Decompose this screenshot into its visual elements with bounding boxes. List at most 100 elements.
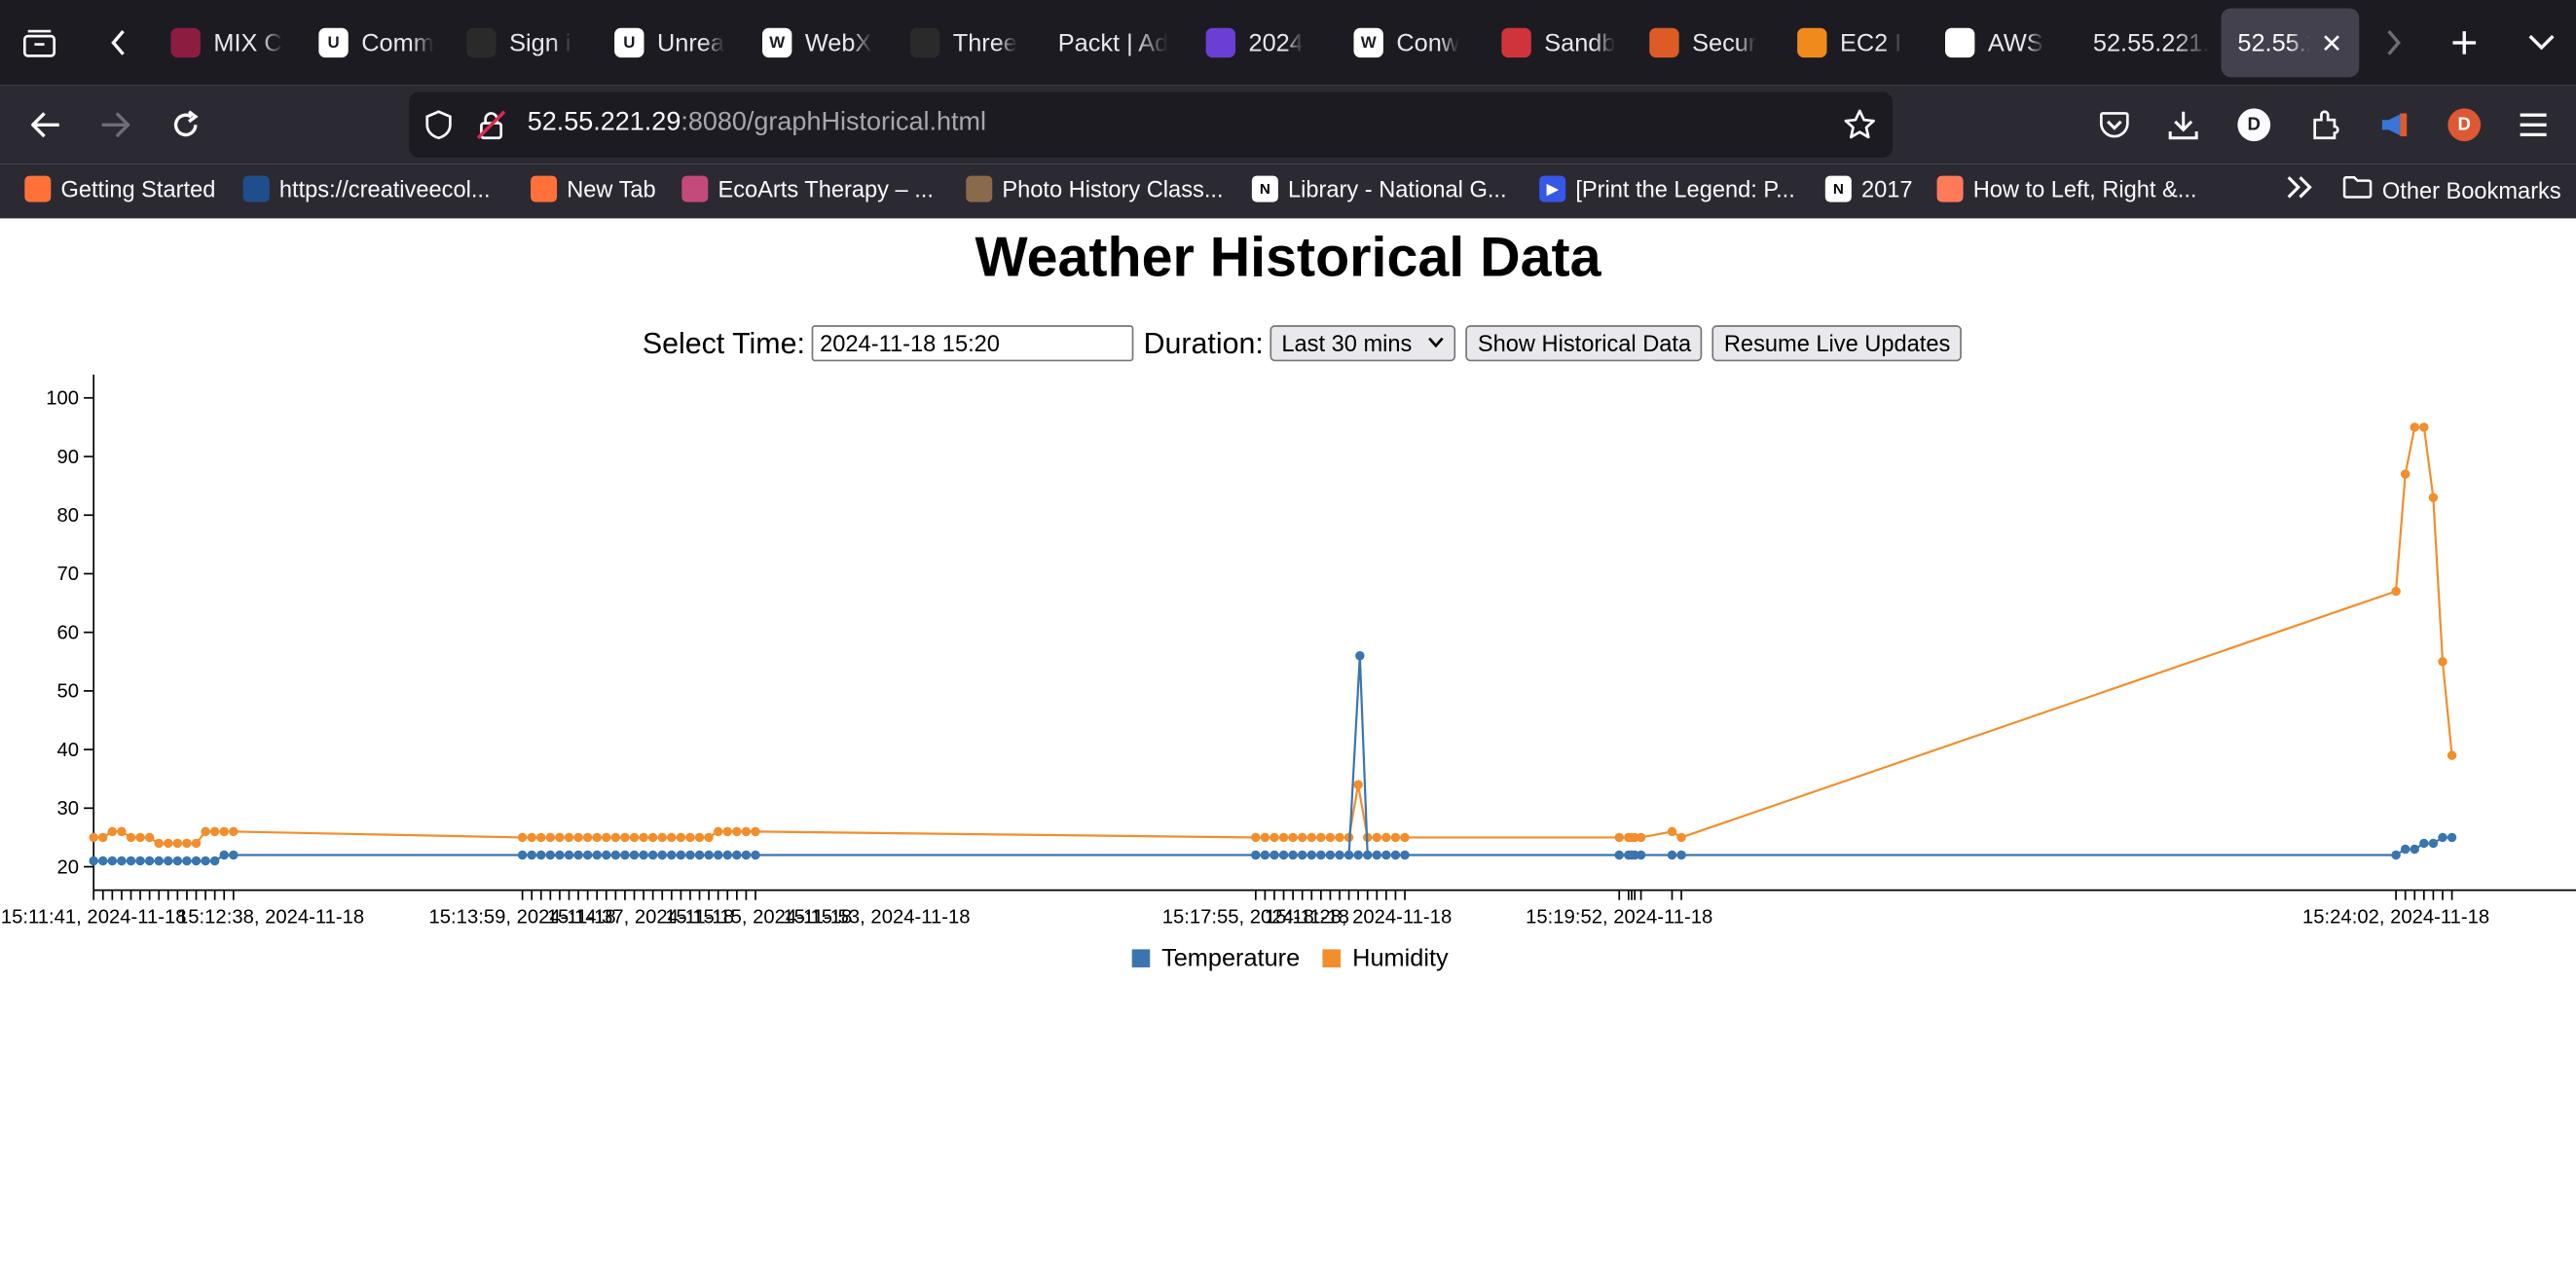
- data-point-humidity: [647, 832, 658, 843]
- data-point-humidity: [517, 832, 528, 843]
- tab-13[interactable]: AWS: [1932, 8, 2078, 77]
- bookmark-item-6[interactable]: N Library - National G...: [1251, 175, 1507, 202]
- data-point-temperature: [573, 850, 583, 860]
- insecure-lock-icon[interactable]: [473, 107, 509, 143]
- bookmark-item-2[interactable]: https://creativeecol...: [242, 175, 491, 202]
- back-icon[interactable]: [21, 100, 71, 150]
- tab-9[interactable]: W Conw: [1341, 8, 1486, 77]
- data-point-temperature: [1316, 850, 1326, 860]
- data-point-temperature: [144, 856, 155, 866]
- data-point-humidity: [2419, 422, 2429, 432]
- tab-6[interactable]: Three: [897, 8, 1042, 77]
- scroll-tabs-left-icon[interactable]: [93, 18, 143, 68]
- bookmark-item-9[interactable]: How to Left, Right &...: [1936, 175, 2196, 202]
- tab-3[interactable]: Sign i: [454, 8, 599, 77]
- data-point-temperature: [2438, 832, 2447, 843]
- tab-1[interactable]: MIX C: [158, 8, 303, 77]
- new-tab-icon[interactable]: [2440, 18, 2489, 68]
- other-bookmarks[interactable]: Other Bookmarks: [2342, 175, 2561, 204]
- data-point-humidity: [1316, 832, 1326, 843]
- bookmark-item-5[interactable]: Photo History Class...: [966, 175, 1224, 202]
- tab-10[interactable]: Sandb: [1489, 8, 1634, 77]
- pocket-icon[interactable]: [2090, 100, 2140, 150]
- data-point-temperature: [527, 850, 536, 860]
- data-point-humidity: [144, 832, 155, 843]
- tab-4[interactable]: U Unrea: [602, 8, 747, 77]
- data-point-humidity: [98, 832, 108, 843]
- data-point-temperature: [667, 850, 677, 860]
- tab-11[interactable]: Secur: [1637, 8, 1782, 77]
- x-tick-label: 15:12:38, 2024-11-18: [177, 906, 364, 928]
- data-point-temperature: [694, 850, 705, 860]
- data-point-humidity: [1667, 826, 1677, 837]
- url-host: 52.55.221.29: [527, 108, 681, 137]
- megaphone-extension-icon[interactable]: [2369, 100, 2418, 150]
- bookmark-item-7[interactable]: ▶ [Print the Legend: P...: [1539, 175, 1795, 202]
- data-point-humidity: [639, 832, 648, 843]
- ecoarts-icon: [681, 175, 709, 202]
- resume-live-updates-button[interactable]: Resume Live Updates: [1712, 325, 1963, 362]
- bookmark-star-icon[interactable]: [1842, 107, 1878, 143]
- legend-swatch-humidity: [1322, 949, 1342, 967]
- tab-14[interactable]: 52.55.221.: [2079, 8, 2225, 77]
- data-point-humidity: [1614, 832, 1624, 843]
- show-historical-data-button[interactable]: Show Historical Data: [1466, 325, 1703, 362]
- y-tick-label: 60: [56, 622, 79, 643]
- tab-8[interactable]: 2024: [1193, 8, 1338, 77]
- data-point-temperature: [722, 850, 732, 860]
- unreal-icon: U: [614, 27, 644, 58]
- tracking-shield-icon[interactable]: [421, 107, 457, 143]
- bookmark-item-4[interactable]: EcoArts Therapy – ...: [681, 175, 934, 202]
- tab-2[interactable]: U Comm: [306, 8, 451, 77]
- y-tick-label: 100: [46, 388, 79, 410]
- duckduckgo-icon[interactable]: D: [2440, 100, 2489, 150]
- wikipedia-icon: W: [1353, 27, 1383, 58]
- list-all-tabs-icon[interactable]: [2517, 18, 2566, 68]
- data-point-humidity: [135, 832, 145, 843]
- series-line-humidity: [93, 425, 2453, 845]
- tab-overview-icon[interactable]: [15, 18, 64, 68]
- tab-7[interactable]: Packt | Ad: [1045, 8, 1190, 77]
- portrait-icon: [966, 175, 993, 202]
- data-point-humidity: [536, 832, 546, 843]
- unreal-icon: U: [318, 27, 349, 58]
- tab-15[interactable]: 52.55.2 ✕: [2221, 8, 2360, 78]
- duration-select[interactable]: Last 30 mins: [1270, 325, 1456, 362]
- data-point-temperature: [1390, 850, 1401, 860]
- reload-icon[interactable]: [161, 100, 210, 150]
- tab-title: Conw: [1396, 28, 1460, 57]
- legend-label-humidity: Humidity: [1352, 944, 1449, 972]
- tab-5[interactable]: W WebX: [750, 8, 895, 77]
- data-point-humidity: [209, 826, 220, 837]
- close-tab-icon[interactable]: ✕: [2321, 28, 2343, 61]
- y-tick-label: 90: [56, 447, 79, 468]
- data-point-humidity: [164, 838, 173, 849]
- tab-12[interactable]: EC2 I: [1785, 8, 1930, 77]
- bookmark-item-1[interactable]: Getting Started: [24, 175, 215, 202]
- firefox-icon: [24, 175, 52, 202]
- tab-title: AWS: [1987, 28, 2043, 57]
- bookmark-item-3[interactable]: New Tab: [531, 175, 656, 202]
- account-avatar[interactable]: D: [2229, 100, 2279, 150]
- data-point-temperature: [98, 856, 108, 866]
- y-tick-label: 30: [56, 798, 79, 820]
- select-time-input[interactable]: [811, 325, 1134, 362]
- url-text[interactable]: 52.55.221.29:8080/graphHistorical.html: [528, 108, 986, 137]
- bookmark-item-8[interactable]: N 2017: [1824, 175, 1913, 202]
- tab-title: Sign i: [509, 28, 571, 57]
- more-bookmarks-icon[interactable]: [2285, 174, 2314, 200]
- app-menu-icon[interactable]: [2509, 100, 2558, 150]
- url-bar[interactable]: 52.55.221.29:8080/graphHistorical.html: [409, 91, 1893, 158]
- extensions-icon[interactable]: [2300, 100, 2350, 150]
- data-point-temperature: [2391, 850, 2401, 860]
- forward-icon[interactable]: [91, 100, 140, 150]
- scroll-tabs-right-icon[interactable]: [2369, 18, 2418, 68]
- downloads-icon[interactable]: [2158, 100, 2208, 150]
- y-tick-label: 70: [56, 564, 79, 585]
- data-point-temperature: [564, 850, 574, 860]
- notion-icon: N: [1251, 175, 1278, 202]
- weather-line-chart: 203040506070809010015:11:41, 2024-11-181…: [1, 374, 2576, 928]
- bookmark-label: Photo History Class...: [1002, 175, 1224, 202]
- data-point-temperature: [1667, 850, 1677, 860]
- data-point-temperature: [164, 856, 173, 866]
